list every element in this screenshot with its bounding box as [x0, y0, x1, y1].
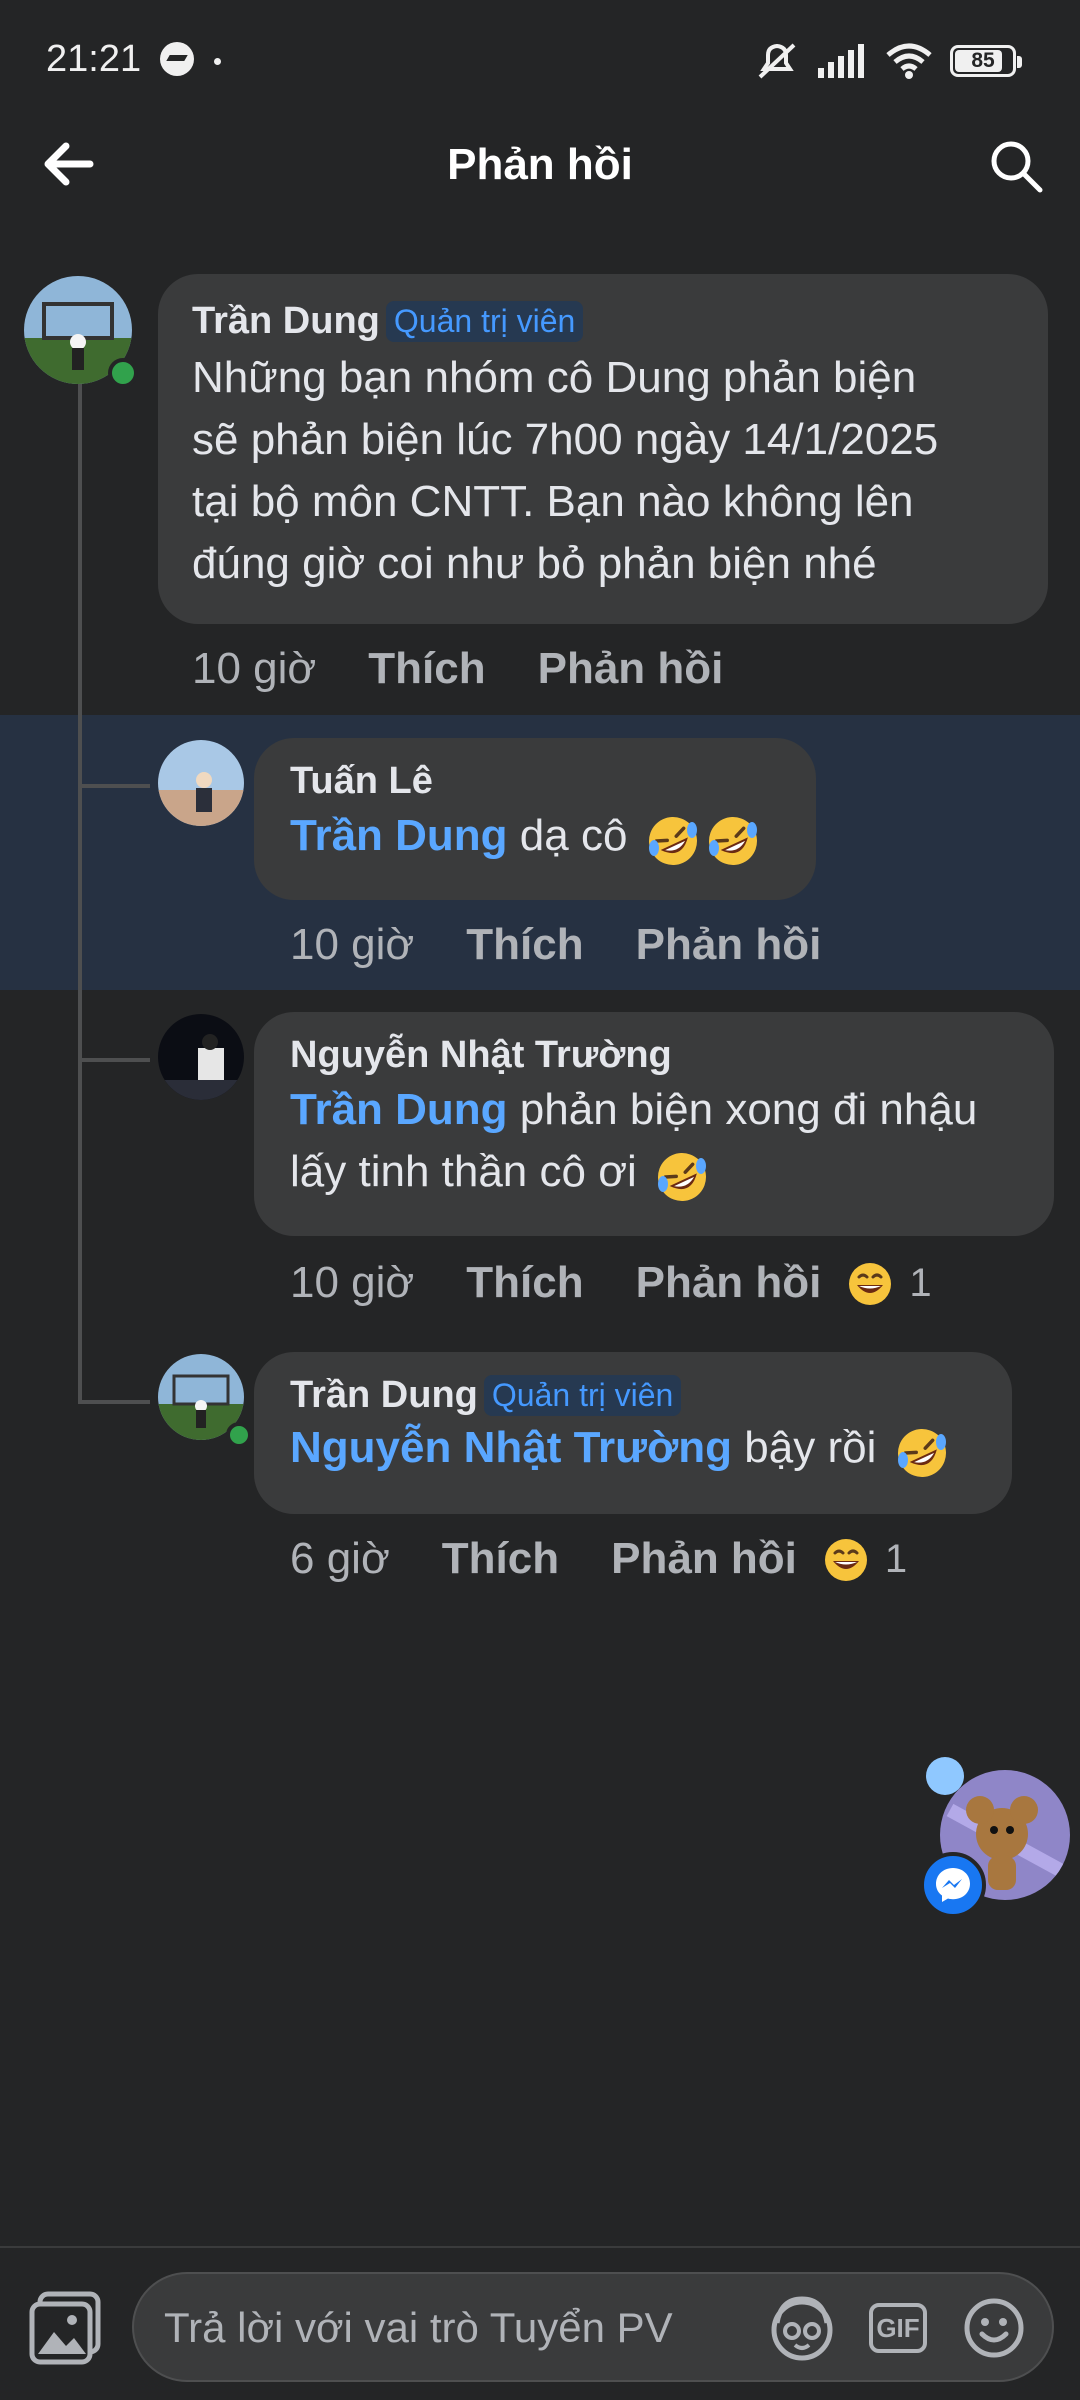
reply-message: dạ cô: [519, 811, 628, 860]
reply-time: 10 giờ: [290, 1258, 415, 1307]
comment-text: Những bạn nhóm cô Dung phản biện sẽ phản…: [192, 347, 1014, 595]
reply-text: Nguyễn Nhật Trường bậy rồi: [290, 1417, 976, 1481]
reply-message: bậy rồi: [744, 1423, 877, 1472]
reply-bubble[interactable]: Trần Dung Quản trị viên Nguyễn Nhật Trườ…: [254, 1352, 1012, 1514]
thread-branch: [78, 1058, 150, 1062]
messenger-icon: [160, 42, 194, 76]
reply-text: Trần Dung phản biện xong đi nhậu lấy tin…: [290, 1079, 1018, 1205]
comment-text-line: tại bộ môn CNTT. Bạn nào không lên: [192, 477, 914, 526]
reply-button[interactable]: Phản hồi: [636, 920, 822, 970]
grin-emoji-icon: [847, 1259, 893, 1306]
avatar[interactable]: [158, 740, 244, 826]
reply-text: Trần Dung dạ cô: [290, 805, 780, 869]
gif-button[interactable]: GIF: [860, 2290, 936, 2366]
mute-icon: [754, 41, 800, 81]
author-name[interactable]: Trần Dung: [192, 300, 380, 343]
avatar[interactable]: [158, 1014, 244, 1100]
photo-button[interactable]: [26, 2288, 106, 2368]
reply-time: 10 giờ: [290, 920, 415, 969]
reply-input-placeholder: Trả lời với vai trò Tuyển PV: [164, 2304, 673, 2351]
gif-icon: GIF: [869, 2303, 927, 2353]
like-button[interactable]: Thích: [466, 920, 583, 970]
comment-header: Trần Dung Quản trị viên: [192, 300, 1014, 343]
messenger-badge-icon: [920, 1852, 986, 1918]
reply-button[interactable]: Phản hồi: [538, 644, 724, 694]
reply-composer: Trả lời với vai trò Tuyển PV GIF: [0, 2246, 1080, 2400]
search-button[interactable]: [978, 128, 1054, 204]
comment-time: 10 giờ: [192, 644, 317, 693]
rofl-emoji-icon: [706, 807, 760, 869]
reaction-count: 1: [909, 1260, 932, 1305]
like-button[interactable]: Thích: [442, 1534, 559, 1584]
rofl-emoji-icon: [646, 807, 700, 869]
reply-actions: 10 giờ Thích Phản hồi 1: [290, 1258, 932, 1308]
emoji-button[interactable]: [956, 2290, 1032, 2366]
like-button[interactable]: Thích: [466, 1258, 583, 1308]
admin-badge: Quản trị viên: [483, 1375, 682, 1416]
comment-bubble[interactable]: Trần Dung Quản trị viên Những bạn nhóm c…: [158, 274, 1048, 624]
like-button[interactable]: Thích: [368, 644, 485, 694]
reply-actions: 6 giờ Thích Phản hồi 1: [290, 1534, 907, 1584]
notification-dot: [214, 58, 221, 65]
thread-line: [78, 374, 82, 1404]
signal-icon: [818, 44, 868, 78]
chat-head-unread-dot: [926, 1757, 964, 1795]
top-bar: Phản hồi: [0, 120, 1080, 216]
comment-text-line: đúng giờ coi như bỏ phản biện nhé: [192, 539, 877, 588]
search-icon: [991, 141, 1043, 193]
wifi-icon: [886, 43, 932, 79]
author-name[interactable]: Trần Dung: [290, 1374, 478, 1417]
comment-text-line: sẽ phản biện lúc 7h00 ngày 14/1/2025: [192, 415, 939, 464]
reply-bubble[interactable]: Tuấn Lê Trần Dung dạ cô: [254, 738, 816, 900]
reply-button[interactable]: Phản hồi: [636, 1258, 822, 1308]
comment-actions: 10 giờ Thích Phản hồi: [192, 644, 723, 694]
reply-time: 6 giờ: [290, 1534, 390, 1583]
author-name[interactable]: Tuấn Lê: [290, 760, 780, 803]
reply-button[interactable]: Phản hồi: [611, 1534, 797, 1584]
reply-message-line-2: lấy tinh thần cô ơi: [290, 1147, 637, 1196]
composer-icons: GIF: [764, 2288, 1032, 2368]
rofl-emoji-icon: [655, 1143, 709, 1205]
thread-branch: [78, 784, 150, 788]
reply-message: phản biện xong đi nhậu: [519, 1085, 978, 1134]
emoji-icon: [964, 2298, 1024, 2358]
admin-badge: Quản trị viên: [385, 301, 584, 342]
photo-icon: [29, 2291, 101, 2365]
reaction-count: 1: [884, 1536, 908, 1581]
battery-icon: 85: [950, 45, 1022, 77]
thread-branch: [78, 1400, 150, 1404]
reaction-summary[interactable]: 1: [847, 1259, 932, 1306]
mention-link[interactable]: Trần Dung: [290, 1085, 508, 1134]
rofl-emoji-icon: [895, 1419, 949, 1481]
reply-bubble[interactable]: Nguyễn Nhật Trường Trần Dung phản biện x…: [254, 1012, 1054, 1236]
mention-link[interactable]: Nguyễn Nhật Trường: [290, 1423, 732, 1472]
avatar-sticker-icon: [771, 2296, 833, 2361]
battery-level: 85: [971, 49, 995, 72]
gif-label: GIF: [876, 2312, 920, 2343]
status-icons: 85: [754, 38, 1022, 84]
status-time: 21:21: [46, 38, 142, 80]
reply-actions: 10 giờ Thích Phản hồi: [290, 920, 821, 970]
reaction-summary[interactable]: 1: [823, 1535, 907, 1582]
mention-link[interactable]: Trần Dung: [290, 811, 508, 860]
reply-input[interactable]: Trả lời với vai trò Tuyển PV GIF: [132, 2272, 1054, 2382]
online-status-dot: [108, 358, 138, 388]
grin-emoji-icon: [823, 1535, 869, 1582]
avatar-sticker-button[interactable]: [764, 2290, 840, 2366]
screen: 21:21 85 Phản hồi Trần Dung Quản trị viê…: [0, 0, 1080, 2400]
page-title: Phản hồi: [447, 140, 633, 189]
comment-text-line: Những bạn nhóm cô Dung phản biện: [192, 353, 917, 402]
status-bar: 21:21 85: [0, 0, 1080, 120]
author-name[interactable]: Nguyễn Nhật Trường: [290, 1034, 1018, 1077]
reply-header: Trần Dung Quản trị viên: [290, 1374, 976, 1417]
online-status-dot: [226, 1422, 252, 1448]
